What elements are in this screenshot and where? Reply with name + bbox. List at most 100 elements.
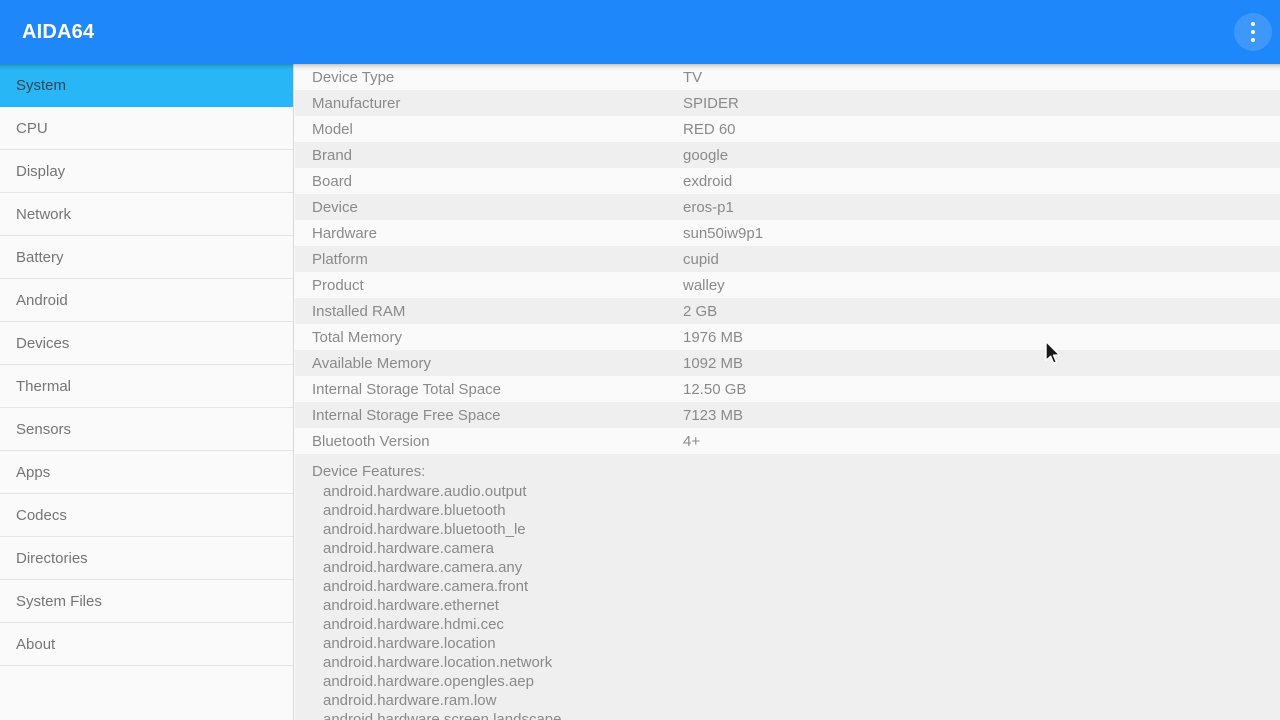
device-feature-item: android.hardware.camera xyxy=(323,540,494,557)
table-row: Product walley xyxy=(295,272,1280,298)
table-row: Platform cupid xyxy=(295,246,1280,272)
sidebar-item-network[interactable]: Network xyxy=(0,193,293,236)
device-feature-item: android.hardware.bluetooth xyxy=(323,502,506,519)
more-vert-icon[interactable] xyxy=(1234,13,1272,51)
table-cell-key: Model xyxy=(312,120,353,138)
table-row: Device eros-p1 xyxy=(295,194,1280,220)
device-feature-item: android.hardware.location.network xyxy=(323,654,553,671)
device-feature-item: android.hardware.location xyxy=(323,635,496,652)
device-feature-item: android.hardware.camera.any xyxy=(323,559,523,576)
sidebar-item-codecs[interactable]: Codecs xyxy=(0,494,293,537)
sidebar-item-directories[interactable]: Directories xyxy=(0,537,293,580)
table-row: Manufacturer SPIDER xyxy=(295,90,1280,116)
table-cell-key: Internal Storage Total Space xyxy=(312,380,502,398)
device-feature-item: android.hardware.audio.output xyxy=(323,483,527,500)
table-cell-value: walley xyxy=(683,276,725,294)
sidebar-item-label: About xyxy=(16,635,56,653)
app-title: AIDA64 xyxy=(22,20,95,43)
sidebar-item-android[interactable]: Android xyxy=(0,279,293,322)
table-cell-value: 12.50 GB xyxy=(683,380,747,398)
sidebar-item-label: Thermal xyxy=(16,377,72,395)
table-cell-key: Platform xyxy=(312,250,368,268)
sidebar-item-apps[interactable]: Apps xyxy=(0,451,293,494)
table-row: Internal Storage Total Space 12.50 GB xyxy=(295,376,1280,402)
sidebar-item-label: Sensors xyxy=(16,420,72,438)
device-feature-item: android.hardware.ethernet xyxy=(323,597,499,614)
table-cell-key: Brand xyxy=(312,146,353,164)
table-row: Hardware sun50iw9p1 xyxy=(295,220,1280,246)
sidebar-item-devices[interactable]: Devices xyxy=(0,322,293,365)
sidebar-item-battery[interactable]: Battery xyxy=(0,236,293,279)
table-cell-value: google xyxy=(683,146,729,164)
table-cell-key: Device Type xyxy=(312,68,395,86)
table-cell-value: SPIDER xyxy=(683,94,739,112)
table-row: Device Type TV xyxy=(295,64,1280,90)
table-row: Total Memory 1976 MB xyxy=(295,324,1280,350)
overflow-dot xyxy=(1251,38,1255,42)
table-cell-key: Total Memory xyxy=(312,328,403,346)
table-cell-value: sun50iw9p1 xyxy=(683,224,764,242)
table-row: Internal Storage Free Space 7123 MB xyxy=(295,402,1280,428)
sidebar-item-label: Devices xyxy=(16,334,70,352)
table-cell-value: eros-p1 xyxy=(683,198,734,216)
device-features-title: Device Features: xyxy=(312,463,426,480)
table-cell-key: Installed RAM xyxy=(312,302,406,320)
sidebar-item-label: System xyxy=(16,76,67,94)
sidebar-item-label: Android xyxy=(16,291,68,309)
sidebar-item-label: Codecs xyxy=(16,506,67,524)
sidebar-item-cpu[interactable]: CPU xyxy=(0,107,293,150)
device-feature-item: android.hardware.screen.landscape xyxy=(323,711,562,720)
table-cell-key: Internal Storage Free Space xyxy=(312,406,501,424)
table-cell-key: Available Memory xyxy=(312,354,431,372)
sidebar-item-label: Apps xyxy=(16,463,51,481)
sidebar-item-label: System Files xyxy=(16,592,102,610)
table-row: Installed RAM 2 GB xyxy=(295,298,1280,324)
sidebar-item-system[interactable]: System xyxy=(0,64,293,107)
table-row: Model RED 60 xyxy=(295,116,1280,142)
device-feature-item: android.hardware.bluetooth_le xyxy=(323,521,526,538)
table-cell-key: Board xyxy=(312,172,353,190)
table-cell-value: 1976 MB xyxy=(683,328,744,346)
table-cell-value: TV xyxy=(683,68,703,86)
sidebar-item-about[interactable]: About xyxy=(0,623,293,666)
overflow-dot xyxy=(1251,30,1255,34)
table-cell-key: Manufacturer xyxy=(312,94,401,112)
device-feature-item: android.hardware.camera.front xyxy=(323,578,529,595)
sidebar-item-label: CPU xyxy=(16,119,48,137)
table-row: Brand google xyxy=(295,142,1280,168)
table-cell-key: Product xyxy=(312,276,364,294)
sidebar-item-system-files[interactable]: System Files xyxy=(0,580,293,623)
system-info-panel[interactable]: Device Type TV Manufacturer SPIDER Model RED … xyxy=(295,64,1280,720)
sidebar-item-thermal[interactable]: Thermal xyxy=(0,365,293,408)
app-bar: AIDA64 xyxy=(0,0,1280,64)
table-row: Available Memory 1092 MB xyxy=(295,350,1280,376)
sidebar-filler xyxy=(0,666,293,720)
sidebar-item-label: Battery xyxy=(16,248,64,266)
device-feature-item: android.hardware.opengles.aep xyxy=(323,673,534,690)
device-feature-item: android.hardware.hdmi.cec xyxy=(323,616,504,633)
device-features-section: Device Features: android.hardware.audio.… xyxy=(295,454,1280,720)
table-cell-value: RED 60 xyxy=(683,120,736,138)
system-info-table: Device Type TV Manufacturer SPIDER Model RED … xyxy=(295,64,1280,454)
sidebar-item-display[interactable]: Display xyxy=(0,150,293,193)
table-row: Bluetooth Version 4+ xyxy=(295,428,1280,454)
table-cell-value: 4+ xyxy=(683,432,701,450)
table-cell-value: 7123 MB xyxy=(683,406,744,424)
device-feature-item: android.hardware.ram.low xyxy=(323,692,497,709)
table-row: Board exdroid xyxy=(295,168,1280,194)
sidebar-item-label: Directories xyxy=(16,549,88,567)
table-cell-value: cupid xyxy=(683,250,719,268)
sidebar-item-label: Display xyxy=(16,162,66,180)
overflow-dot xyxy=(1251,22,1255,26)
sidebar-item-sensors[interactable]: Sensors xyxy=(0,408,293,451)
sidebar-list: System CPU Display Network Battery Android Dev… xyxy=(0,64,293,666)
sidebar-item-label: Network xyxy=(16,205,72,223)
table-cell-value: 1092 MB xyxy=(683,354,744,372)
table-cell-key: Bluetooth Version xyxy=(312,432,430,450)
table-cell-key: Hardware xyxy=(312,224,378,242)
table-cell-key: Device xyxy=(312,198,358,216)
table-cell-value: exdroid xyxy=(683,172,733,190)
device-features-list: android.hardware.audio.output android.har… xyxy=(312,482,1280,720)
table-cell-value: 2 GB xyxy=(683,302,718,320)
sidebar: System CPU Display Network Battery Android Dev… xyxy=(0,64,294,720)
